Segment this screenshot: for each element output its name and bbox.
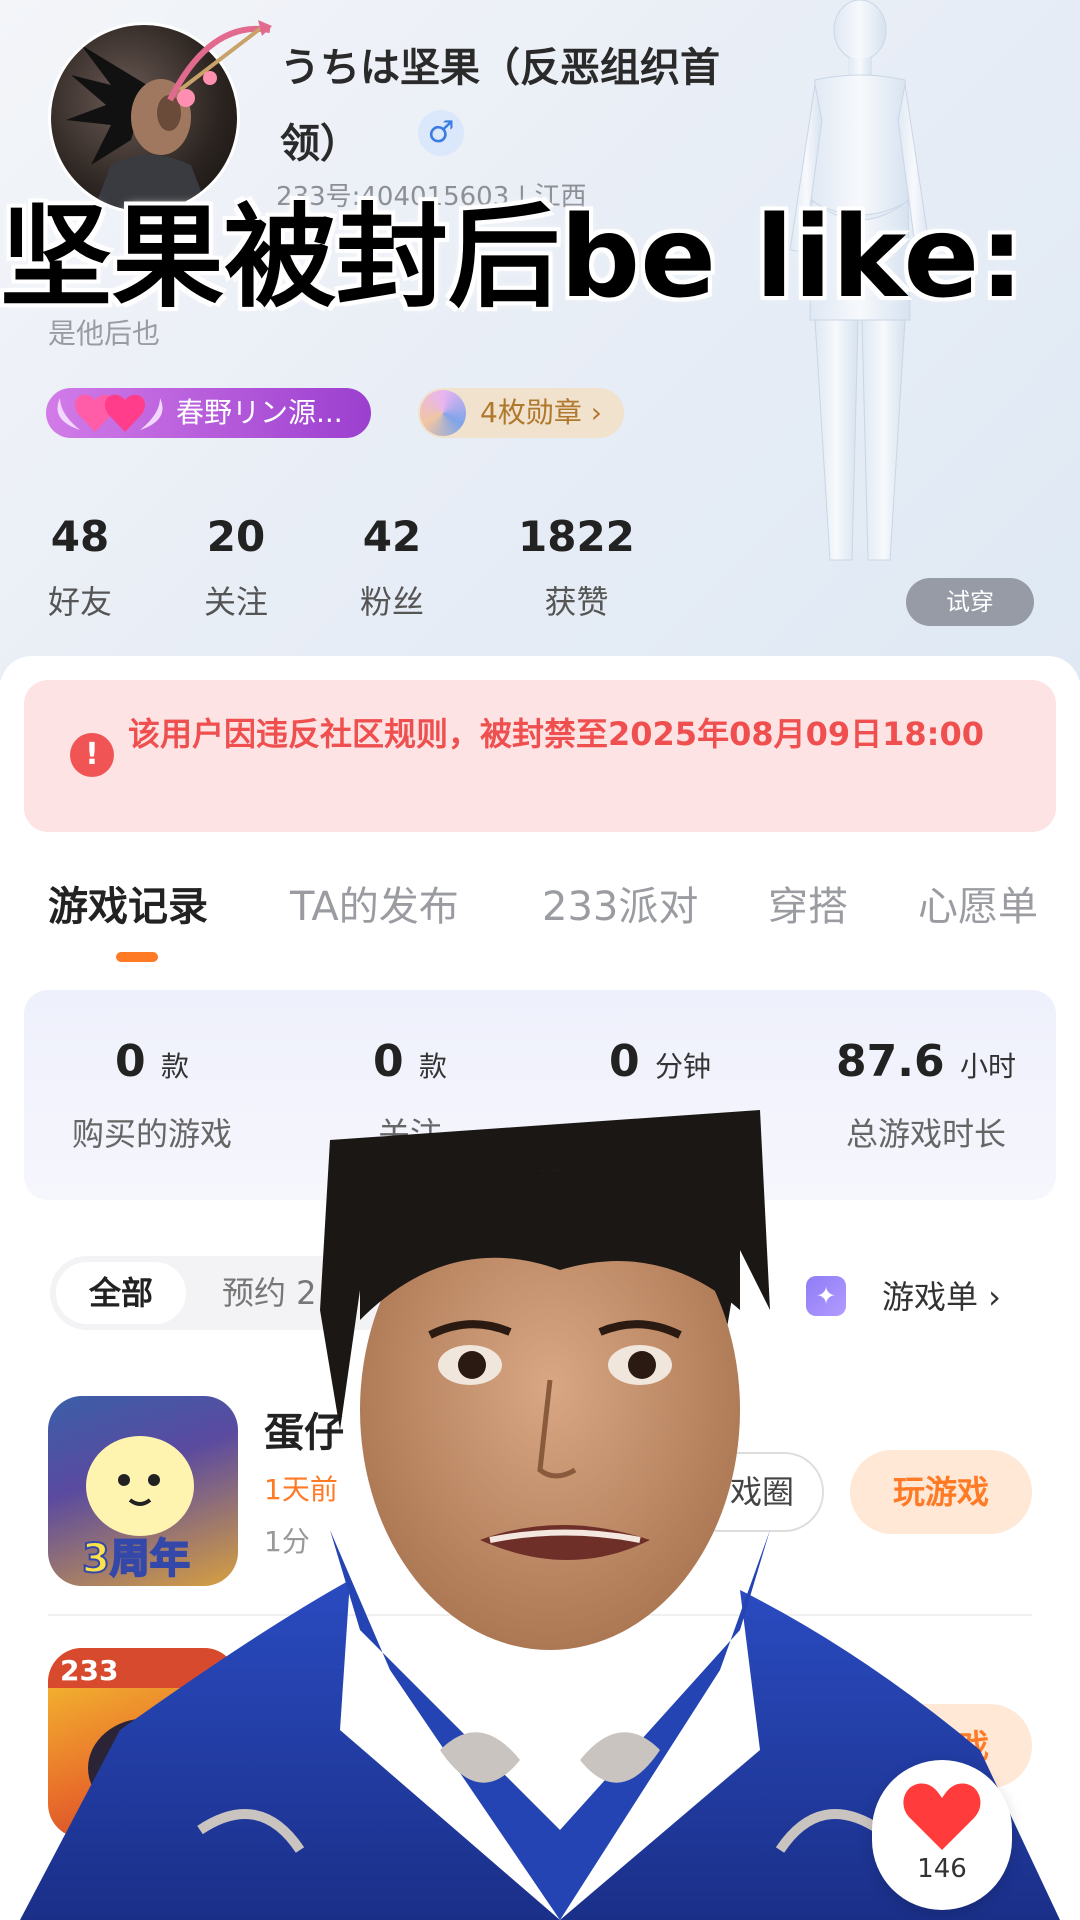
stat-fans-value: 42 (362, 512, 422, 561)
stat-following-value: 20 (206, 512, 266, 561)
ban-notice-banner (24, 680, 1056, 832)
stat-fans[interactable]: 42 粉丝 (360, 512, 424, 623)
summary-minutes[interactable]: 0 分钟 (540, 1036, 780, 1109)
stat-following[interactable]: 20 关注 (204, 512, 268, 623)
stat-fans-label: 粉丝 (360, 583, 425, 621)
summary-total-playtime-value: 87.6 (836, 1036, 945, 1087)
summary-minutes-unit: 分钟 (654, 1050, 711, 1083)
stat-friends-value: 48 (50, 512, 110, 561)
tab-233-party[interactable]: 233派对 (542, 874, 698, 932)
hearts-wings-icon (57, 394, 163, 432)
try-on-button[interactable]: 试穿 (906, 578, 1034, 626)
like-button[interactable] (872, 1760, 1012, 1910)
tab-wishlist[interactable]: 心愿单 (918, 874, 1038, 932)
avatar-frame-bow-icon (167, 20, 272, 107)
stat-friends-label: 好友 (48, 583, 113, 621)
tab-posts[interactable]: TA的发布 (290, 874, 459, 932)
stat-likes-value: 1822 (518, 512, 635, 561)
ban-notice-text: 该用户因违反社区规则，被封禁至2025年08月09日18:00 (128, 715, 984, 753)
summary-purchased-unit: 款 (160, 1050, 189, 1083)
meme-caption: 坚果被封后be like: (0, 193, 1025, 323)
stat-following-label: 关注 (204, 583, 269, 621)
stat-friends[interactable]: 48 好友 (48, 512, 112, 623)
tab-outfits[interactable]: 穿搭 (768, 874, 848, 932)
tab-game-records[interactable]: 游戏记录 (48, 874, 208, 932)
summary-total-playtime-unit: 小时 (959, 1050, 1016, 1083)
stat-likes-label: 获赞 (544, 583, 609, 621)
male-gender-icon: ♂ (418, 110, 464, 156)
summary-followed-value: 0 (373, 1036, 404, 1087)
summary-minutes-value: 0 (609, 1036, 640, 1087)
active-tab-indicator (116, 952, 158, 962)
warning-icon: ! (70, 733, 114, 777)
summary-purchased-value: 0 (115, 1036, 146, 1087)
username: うちは坚果（反恶组织首领） (280, 45, 720, 167)
summary-followed-unit: 款 (418, 1050, 447, 1083)
medal-icon (420, 390, 466, 436)
stat-likes[interactable]: 1822 获赞 (518, 512, 635, 623)
like-count: 146 (917, 1854, 967, 1884)
